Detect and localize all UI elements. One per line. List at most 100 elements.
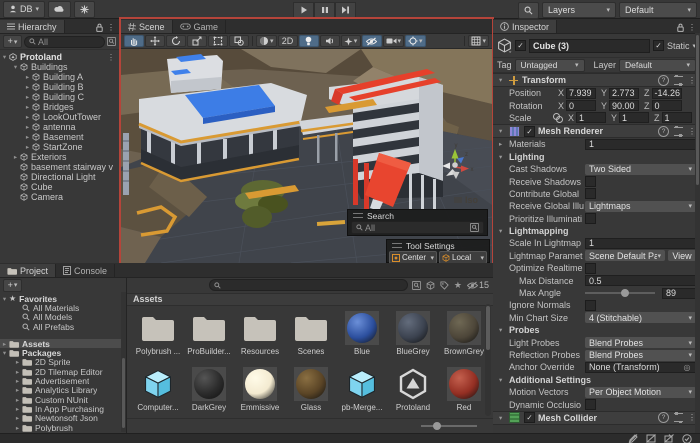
inspector-row[interactable]: Motion Vectors Per Object Motion▾ Per Ob… bbox=[493, 386, 700, 398]
hidden-items-toggle[interactable]: 15 bbox=[467, 280, 489, 290]
dropdown-control[interactable]: Lightmaps▾ bbox=[585, 201, 696, 212]
pivot-mode-dropdown[interactable]: Center ▾ bbox=[389, 251, 437, 263]
view-button[interactable]: View bbox=[668, 250, 696, 261]
dropdown-control[interactable]: Blend Probes▾ bbox=[585, 350, 696, 361]
asset-item[interactable]: Emmissive bbox=[235, 367, 285, 418]
y-value-field[interactable]: 2.773 bbox=[609, 88, 639, 99]
scene-search-overlay-title[interactable]: Search bbox=[348, 210, 487, 221]
checkbox-control[interactable] bbox=[585, 300, 696, 311]
asset-thumbnail[interactable] bbox=[396, 311, 430, 345]
dropdown-control[interactable]: Blend Probes▾ bbox=[585, 337, 696, 348]
expand-arrow-icon[interactable] bbox=[23, 113, 32, 121]
inspector-row[interactable]: Scale ▾ ▾ bbox=[493, 112, 700, 124]
project-tree-item[interactable]: ★ Analytics Library bbox=[0, 386, 126, 395]
hierarchy-item[interactable]: Exteriors ⋮ bbox=[0, 152, 119, 162]
component-enabled-checkbox[interactable] bbox=[524, 412, 535, 423]
expand-arrow-icon[interactable] bbox=[23, 103, 32, 111]
foldout-arrow-icon[interactable] bbox=[499, 76, 509, 84]
hierarchy-item[interactable]: Camera ⋮ bbox=[0, 192, 119, 202]
lock-icon[interactable] bbox=[677, 23, 684, 32]
grid-settings-dropdown[interactable]: ▾ bbox=[468, 35, 489, 47]
move-tool-button[interactable] bbox=[145, 35, 165, 47]
rect-tool-button[interactable] bbox=[208, 35, 228, 47]
editor-search-button[interactable] bbox=[518, 2, 539, 19]
asset-thumbnail[interactable] bbox=[396, 367, 430, 401]
scale-tool-button[interactable] bbox=[187, 35, 207, 47]
expand-arrow-icon[interactable] bbox=[11, 153, 20, 161]
inspector-row[interactable]: Position ▾ ▾ bbox=[493, 87, 700, 99]
foldout-arrow-icon[interactable] bbox=[499, 326, 509, 334]
help-icon[interactable]: ? bbox=[658, 126, 669, 137]
cube-thumbnail-icon[interactable] bbox=[497, 38, 512, 53]
foldout-arrow-icon[interactable] bbox=[499, 127, 509, 135]
expand-arrow-icon[interactable] bbox=[0, 340, 9, 348]
search-window-icon[interactable] bbox=[470, 223, 479, 232]
asset-thumbnail[interactable] bbox=[243, 311, 277, 345]
drag-handle-icon[interactable] bbox=[353, 213, 363, 218]
project-tree-item[interactable]: ★ All Materials bbox=[0, 303, 126, 312]
inspector-scrollbar[interactable] bbox=[695, 33, 700, 433]
asset-thumbnail[interactable] bbox=[192, 311, 226, 345]
paint-disabled-icon[interactable] bbox=[628, 434, 638, 443]
cloud-button[interactable] bbox=[48, 1, 71, 18]
project-tree-item[interactable]: ★ Custom NUnit bbox=[0, 395, 126, 404]
hierarchy-item[interactable]: Building B ⋮ bbox=[0, 82, 119, 92]
vector3-control[interactable]: X 1 Y 1 Z 1 bbox=[553, 112, 696, 123]
project-tree-item[interactable]: ★ Newtonsoft Json bbox=[0, 414, 126, 423]
asset-thumbnail[interactable] bbox=[447, 311, 481, 345]
assets-grid-scrollbar[interactable] bbox=[485, 304, 491, 416]
package-icon[interactable] bbox=[426, 281, 435, 290]
label-tag-icon[interactable] bbox=[440, 281, 449, 290]
select-disabled-icon[interactable] bbox=[646, 434, 656, 443]
project-tree-item[interactable]: ★ Packages bbox=[0, 348, 126, 357]
tab-console[interactable]: Console bbox=[56, 264, 115, 277]
inspector-row[interactable]: Rotation ▾ ▾ bbox=[493, 99, 700, 111]
hierarchy-item[interactable]: Bridges ⋮ bbox=[0, 102, 119, 112]
object-picker-control[interactable]: None (Transform)◎ bbox=[585, 362, 696, 373]
z-value-field[interactable]: 0 bbox=[652, 100, 682, 111]
project-tree-item[interactable]: ★ Polybrush bbox=[0, 423, 126, 432]
static-checkbox[interactable] bbox=[653, 40, 664, 51]
transform-tool-button[interactable] bbox=[229, 35, 249, 47]
shading-mode-dropdown[interactable]: ▾ bbox=[256, 35, 277, 47]
inspector-row[interactable]: Additional Settings ▾ ▾ bbox=[493, 374, 700, 386]
project-tree-item[interactable]: ★ Favorites bbox=[0, 294, 126, 303]
inspector-row[interactable]: Max Distance 0.5▾ 0.5▾ 0.5 bbox=[493, 274, 700, 286]
favorite-star-icon[interactable]: ★ bbox=[454, 280, 462, 291]
2d-toggle-button[interactable]: 2D bbox=[278, 35, 298, 47]
expand-arrow-icon[interactable] bbox=[0, 295, 9, 303]
tag-dropdown[interactable]: Untagged▾ bbox=[515, 59, 585, 72]
item-kebab-icon[interactable]: ⋮ bbox=[107, 53, 115, 62]
project-tree-item[interactable]: ★ 2D Sprite bbox=[0, 358, 126, 367]
expand-arrow-icon[interactable] bbox=[13, 358, 22, 366]
asset-item[interactable]: pb-Merge... bbox=[337, 367, 387, 418]
asset-item[interactable]: ProBuilder... bbox=[184, 311, 234, 362]
scene-search-input[interactable]: All bbox=[351, 221, 484, 234]
expand-arrow-icon[interactable] bbox=[23, 123, 32, 131]
hierarchy-item[interactable]: basement stairway v ⋮ bbox=[0, 162, 119, 172]
text-input-control[interactable]: 0.5 bbox=[585, 275, 696, 286]
slider-knob[interactable] bbox=[621, 289, 629, 297]
inspector-row[interactable]: Dynamic Occlusio ▾ ▾ bbox=[493, 398, 700, 410]
component-enabled-checkbox[interactable] bbox=[524, 126, 535, 137]
object-active-checkbox[interactable] bbox=[515, 40, 526, 51]
tab-scene[interactable]: Scene bbox=[121, 20, 173, 33]
asset-item[interactable]: Red bbox=[439, 367, 489, 418]
tool-settings-title[interactable]: Tool Settings bbox=[387, 240, 489, 251]
y-value-field[interactable]: 90.00 bbox=[609, 100, 639, 111]
z-value-field[interactable]: 1 bbox=[662, 112, 692, 123]
expand-arrow-icon[interactable] bbox=[11, 63, 20, 71]
foldout-arrow-icon[interactable] bbox=[499, 227, 509, 235]
gizmo-target-dropdown[interactable]: ▾ bbox=[405, 35, 426, 47]
inspector-row[interactable]: Contribute Global ▾ ▾ bbox=[493, 188, 700, 200]
expand-arrow-icon[interactable] bbox=[13, 424, 22, 432]
inspector-row[interactable]: Min Chart Size 4 (Stitchable)▾ 4 (Stitch… bbox=[493, 312, 700, 324]
dropdown-control[interactable]: Two Sided▾ bbox=[585, 164, 696, 175]
hand-tool-button[interactable] bbox=[124, 35, 144, 47]
inspector-row[interactable]: Materials 1▾ 1▾ 1 bbox=[493, 138, 700, 150]
hierarchy-item[interactable]: Directional Light ⋮ bbox=[0, 172, 119, 182]
layer-dropdown[interactable]: Default▾ bbox=[619, 59, 696, 72]
scene-camera-dropdown[interactable]: ▾ bbox=[383, 35, 405, 47]
asset-thumbnail[interactable] bbox=[141, 367, 175, 401]
foldout-arrow-icon[interactable] bbox=[499, 414, 509, 422]
